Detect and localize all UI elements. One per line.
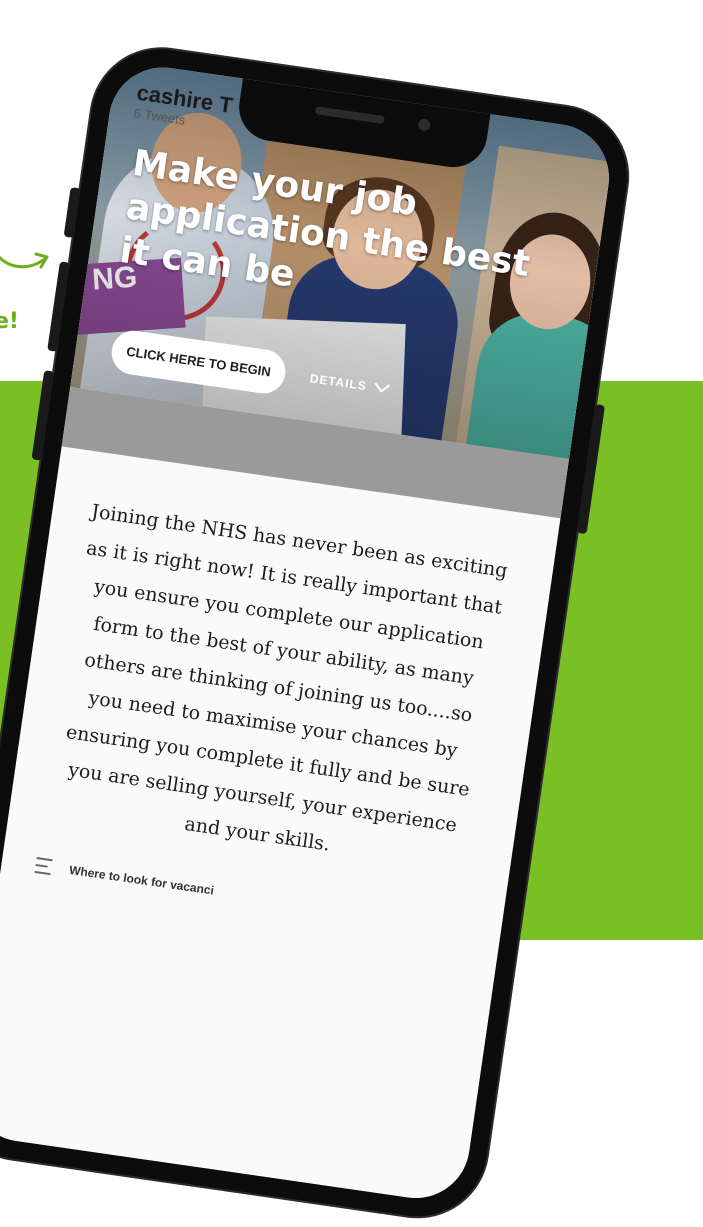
side-callout-text: e!	[0, 309, 19, 334]
menu-item-label: Where to look for vacanci	[68, 862, 215, 898]
curved-arrow-icon	[0, 252, 49, 269]
speaker-grille	[314, 106, 386, 125]
phone-screen: NG cashire T 6 Tweets Make your job appl…	[0, 60, 617, 1206]
camera-icon	[417, 118, 431, 132]
menu-lines-icon	[34, 857, 53, 876]
menu-item-vacancies[interactable]: Where to look for vacanci	[34, 857, 215, 899]
phone-mockup: NG cashire T 6 Tweets Make your job appl…	[0, 40, 637, 1226]
phone-mute-switch	[63, 187, 81, 238]
intro-paragraph: Joining the NHS has never been as exciti…	[64, 500, 509, 856]
